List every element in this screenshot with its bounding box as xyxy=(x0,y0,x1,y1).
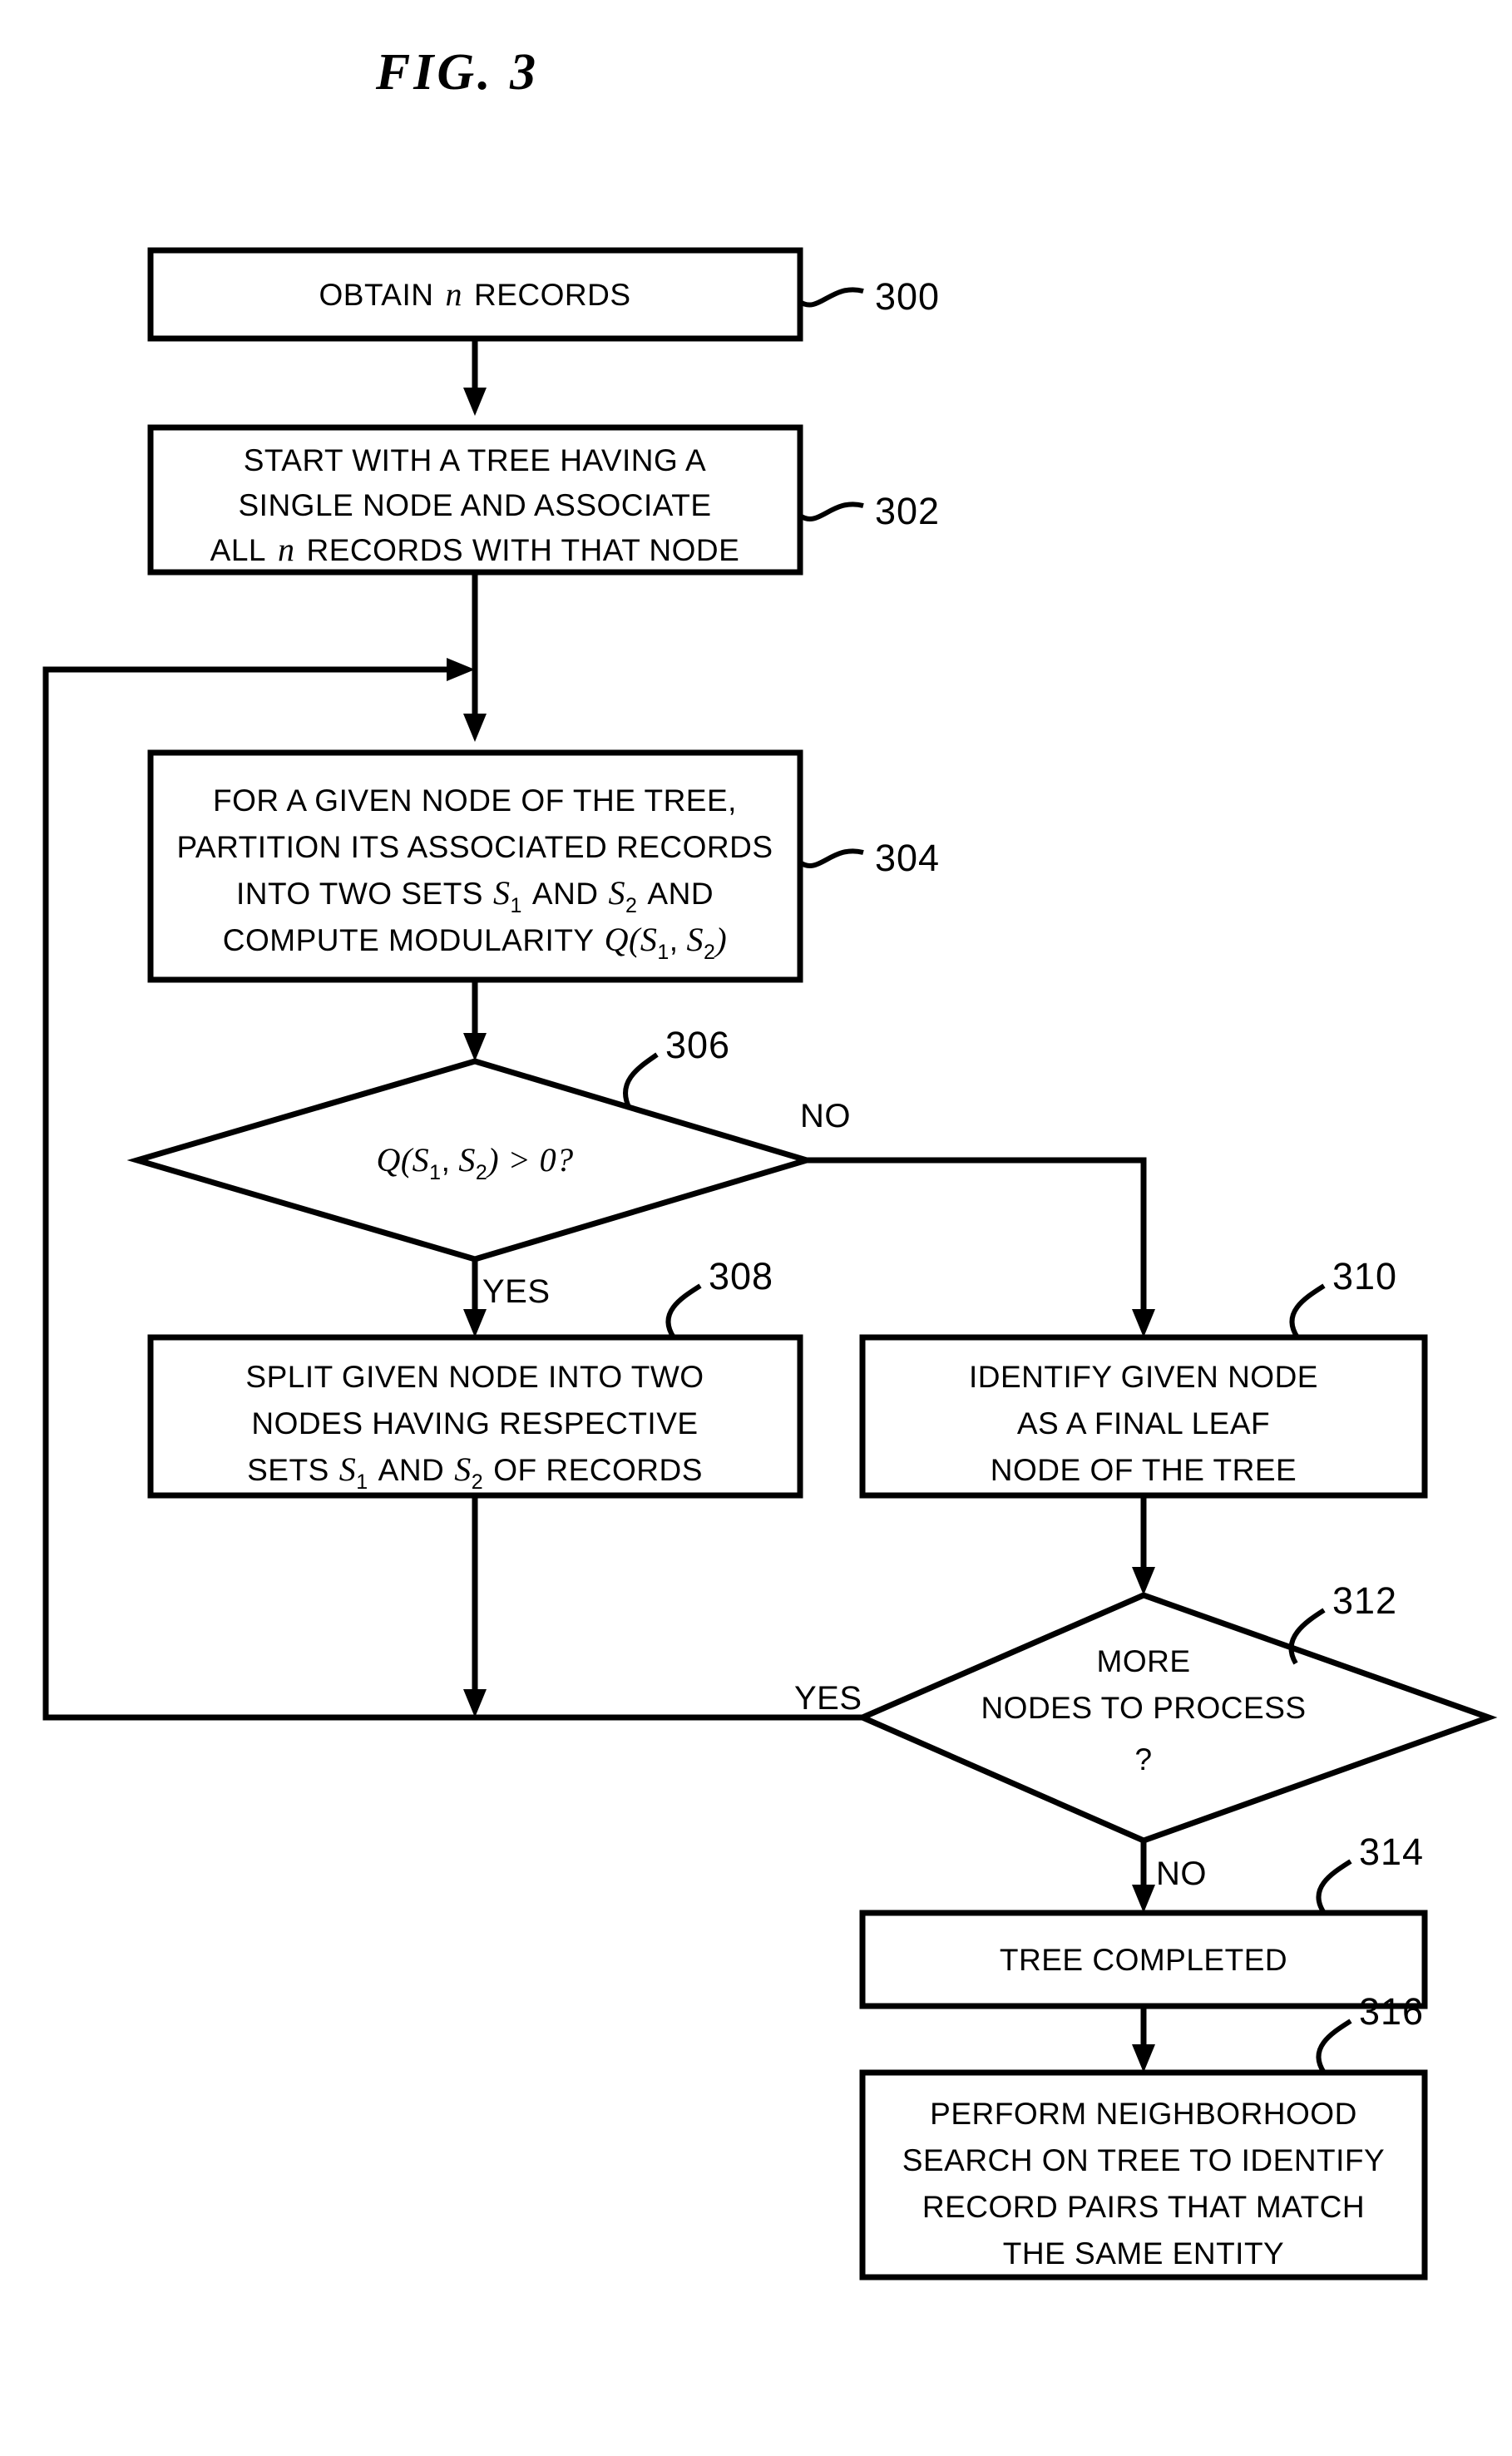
node-316-line1: PERFORM NEIGHBORHOOD xyxy=(930,2097,1357,2131)
edge-302-304 xyxy=(463,572,487,742)
node-308-line1: SPLIT GIVEN NODE INTO TWO xyxy=(245,1360,704,1394)
node-306-text: Q(S1, S2) > 0? xyxy=(376,1141,573,1184)
node-300[interactable]: OBTAIN n RECORDS xyxy=(147,247,803,342)
refnum-310-leader: 310 xyxy=(1289,1255,1397,1339)
edge-label-yes-306: YES xyxy=(482,1273,551,1310)
edge-300-302 xyxy=(463,339,487,416)
refnum-308: 308 xyxy=(709,1255,773,1297)
refnum-300: 300 xyxy=(875,275,940,318)
refnum-314: 314 xyxy=(1359,1831,1424,1873)
node-304[interactable]: FOR A GIVEN NODE OF THE TREE, PARTITION … xyxy=(147,749,803,983)
node-308[interactable]: SPLIT GIVEN NODE INTO TWO NODES HAVING R… xyxy=(147,1334,803,1499)
refnum-316: 316 xyxy=(1359,1990,1424,2033)
edge-304-306 xyxy=(463,980,487,1061)
node-316-line3: RECORD PAIRS THAT MATCH xyxy=(922,2190,1365,2224)
node-316[interactable]: PERFORM NEIGHBORHOOD SEARCH ON TREE TO I… xyxy=(859,2069,1428,2281)
refnum-304-leader: 304 xyxy=(798,837,940,879)
refnum-302: 302 xyxy=(875,490,940,532)
refnum-310: 310 xyxy=(1332,1255,1397,1297)
refnum-306: 306 xyxy=(665,1024,730,1066)
node-312-line3: ? xyxy=(1134,1742,1152,1777)
refnum-314-leader: 314 xyxy=(1316,1831,1424,1915)
node-314-text: TREE COMPLETED xyxy=(1000,1943,1287,1977)
node-316-line2: SEARCH ON TREE TO IDENTIFY xyxy=(902,2143,1385,2177)
node-310-line1: IDENTIFY GIVEN NODE xyxy=(969,1360,1318,1394)
refnum-304: 304 xyxy=(875,837,940,879)
patent-figure-page: FIG. 3 OBTAIN n RECORDS START WITH A TRE… xyxy=(0,0,1512,2456)
node-312-line2: NODES TO PROCESS xyxy=(981,1691,1306,1725)
node-300-text: OBTAIN n RECORDS xyxy=(319,275,630,313)
refnum-300-leader: 300 xyxy=(798,275,940,318)
node-316-line4: THE SAME ENTITY xyxy=(1003,2236,1284,2271)
refnum-306-leader: 306 xyxy=(623,1024,730,1110)
refnum-312: 312 xyxy=(1332,1579,1397,1622)
node-306[interactable]: Q(S1, S2) > 0? xyxy=(126,1058,818,1263)
node-312-line1: MORE xyxy=(1097,1644,1191,1678)
node-302-line3: ALL n RECORDS WITH THAT NODE xyxy=(210,531,740,568)
node-312[interactable]: MORE NODES TO PROCESS ? xyxy=(855,1592,1498,1844)
refnum-302-leader: 302 xyxy=(798,490,940,532)
flowchart-canvas: OBTAIN n RECORDS START WITH A TREE HAVING … xyxy=(42,247,1498,2281)
node-302-line2: SINGLE NODE AND ASSOCIATE xyxy=(238,488,711,522)
node-308-line2: NODES HAVING RESPECTIVE xyxy=(251,1406,698,1440)
node-310-line2: AS A FINAL LEAF xyxy=(1017,1406,1270,1440)
node-310-line3: NODE OF THE TREE xyxy=(991,1453,1297,1487)
edge-label-no-312: NO xyxy=(1156,1856,1207,1892)
refnum-308-leader: 308 xyxy=(665,1255,773,1339)
node-310[interactable]: IDENTIFY GIVEN NODE AS A FINAL LEAF NODE… xyxy=(859,1334,1428,1499)
node-302-line1: START WITH A TREE HAVING A xyxy=(244,443,706,477)
edge-label-yes-312: YES xyxy=(794,1680,862,1717)
node-302[interactable]: START WITH A TREE HAVING A SINGLE NODE A… xyxy=(147,424,803,576)
edge-308-feedback xyxy=(463,1495,487,1717)
edge-310-312 xyxy=(1132,1495,1155,1595)
edge-label-no-306: NO xyxy=(800,1098,851,1134)
node-304-line2: PARTITION ITS ASSOCIATED RECORDS xyxy=(176,830,773,864)
edge-314-316 xyxy=(1132,2006,1155,2073)
edge-312-314 xyxy=(1132,1841,1155,1913)
node-304-line1: FOR A GIVEN NODE OF THE TREE, xyxy=(213,783,737,818)
node-314[interactable]: TREE COMPLETED xyxy=(859,1910,1428,2009)
